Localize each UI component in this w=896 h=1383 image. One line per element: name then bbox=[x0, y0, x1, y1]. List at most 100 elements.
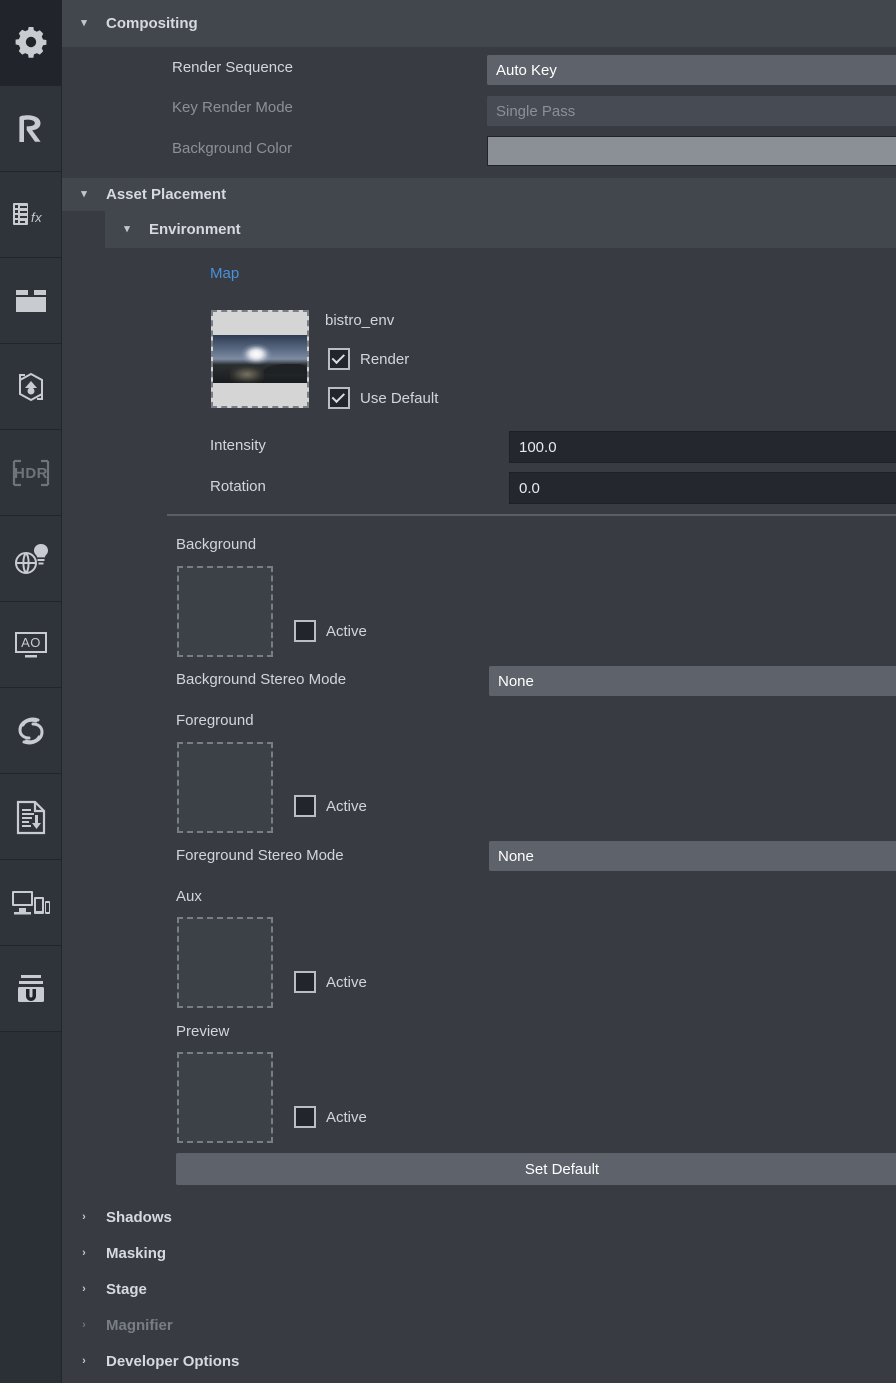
chevron-right-icon: › bbox=[82, 1246, 86, 1259]
dropdown-foreground-stereo-mode[interactable]: None bbox=[489, 841, 896, 871]
group-header-shadows[interactable]: › Shadows bbox=[62, 1199, 896, 1235]
checkbox-preview-active[interactable] bbox=[294, 1106, 316, 1128]
hdri-foreground-blur bbox=[229, 366, 264, 383]
checkbox-use-default-label: Use Default bbox=[360, 389, 439, 407]
input-intensity[interactable]: 100.0 bbox=[509, 431, 896, 463]
checkbox-row-foreground-active[interactable]: Active bbox=[294, 795, 367, 817]
rail-item-snap[interactable] bbox=[0, 946, 61, 1032]
group-title-asset-placement: Asset Placement bbox=[106, 186, 227, 203]
chevron-right-icon: › bbox=[82, 1282, 86, 1295]
caption-aux: Aux bbox=[176, 888, 202, 905]
svg-text:HDR: HDR bbox=[14, 465, 48, 482]
rail-item-media[interactable] bbox=[0, 258, 61, 344]
chevron-down-icon: ▾ bbox=[124, 223, 130, 235]
rail-item-devices[interactable] bbox=[0, 860, 61, 946]
checkbox-row-aux-active[interactable]: Active bbox=[294, 971, 367, 993]
ao-icon: AO bbox=[10, 629, 52, 661]
checkbox-foreground-active[interactable] bbox=[294, 795, 316, 817]
checkbox-foreground-active-label: Active bbox=[326, 797, 367, 815]
checkbox-render-label: Render bbox=[360, 350, 410, 368]
icon-rail: fx HDR AO bbox=[0, 0, 62, 1383]
row-key-render-mode: Key Render Mode Single Pass bbox=[62, 88, 896, 129]
property-panel-window: fx HDR AO ▾ Compositing Render Sequence … bbox=[0, 0, 896, 1383]
checkbox-row-background-active[interactable]: Active bbox=[294, 620, 367, 642]
input-rotation[interactable]: 0.0 bbox=[509, 472, 896, 504]
group-header-masking[interactable]: › Masking bbox=[62, 1235, 896, 1271]
input-rotation-value: 0.0 bbox=[519, 479, 540, 497]
checkbox-background-active[interactable] bbox=[294, 620, 316, 642]
dropzone-foreground[interactable] bbox=[177, 742, 273, 833]
rail-item-render[interactable] bbox=[0, 86, 61, 172]
checkbox-row-use-default[interactable]: Use Default bbox=[328, 387, 438, 409]
rail-item-ao[interactable]: AO bbox=[0, 602, 61, 688]
svg-text:AO: AO bbox=[21, 635, 41, 650]
dropdown-render-sequence[interactable]: Auto Key bbox=[487, 55, 896, 85]
checkbox-row-preview-active[interactable]: Active bbox=[294, 1106, 367, 1128]
row-render-sequence: Render Sequence Auto Key bbox=[62, 47, 896, 88]
rail-item-settings[interactable] bbox=[0, 0, 61, 86]
label-rotation: Rotation bbox=[210, 478, 266, 495]
chevron-right-icon: › bbox=[82, 1210, 86, 1223]
checkbox-render[interactable] bbox=[328, 348, 350, 370]
label-foreground-stereo-mode: Foreground Stereo Mode bbox=[176, 847, 344, 864]
group-header-stage[interactable]: › Stage bbox=[62, 1271, 896, 1307]
chevron-down-icon: ▾ bbox=[81, 188, 87, 200]
rail-item-swirl[interactable] bbox=[0, 688, 61, 774]
group-header-environment[interactable]: ▾ Environment bbox=[105, 211, 896, 248]
thumbnail-letterbox-top bbox=[213, 312, 307, 335]
set-default-button[interactable]: Set Default bbox=[176, 1153, 896, 1185]
checkbox-aux-active[interactable] bbox=[294, 971, 316, 993]
hdr-icon: HDR bbox=[10, 457, 52, 489]
group-header-asset-placement[interactable]: ▾ Asset Placement bbox=[62, 178, 896, 211]
link-map[interactable]: Map bbox=[210, 265, 239, 282]
chevron-right-icon: › bbox=[82, 1318, 86, 1331]
rail-item-lighting[interactable] bbox=[0, 516, 61, 602]
dropzone-background[interactable] bbox=[177, 566, 273, 657]
label-render-sequence: Render Sequence bbox=[172, 59, 293, 76]
subgroup-header-environment-row: ▾ Environment bbox=[62, 211, 896, 248]
rail-item-hdr[interactable]: HDR bbox=[0, 430, 61, 516]
devices-icon bbox=[10, 887, 52, 919]
label-intensity: Intensity bbox=[210, 437, 266, 454]
chevron-down-icon: ▾ bbox=[81, 17, 87, 29]
filmstrip-icon bbox=[13, 286, 49, 316]
dropdown-foreground-stereo-mode-value: None bbox=[498, 847, 534, 865]
checkbox-use-default[interactable] bbox=[328, 387, 350, 409]
group-title-compositing: Compositing bbox=[106, 15, 198, 32]
group-title-stage: Stage bbox=[106, 1280, 147, 1298]
svg-text:fx: fx bbox=[31, 210, 42, 225]
dropdown-background-stereo-mode[interactable]: None bbox=[489, 666, 896, 696]
rail-item-export[interactable] bbox=[0, 774, 61, 860]
gear-icon bbox=[11, 23, 51, 63]
capture-cube-icon bbox=[11, 367, 51, 407]
render-r-icon bbox=[11, 109, 51, 149]
indent-gutter bbox=[62, 211, 105, 248]
dropdown-key-render-mode[interactable]: Single Pass bbox=[487, 96, 896, 126]
rail-item-capture[interactable] bbox=[0, 344, 61, 430]
dropdown-background-stereo-mode-value: None bbox=[498, 672, 534, 690]
environment-map-name: bistro_env bbox=[325, 312, 395, 329]
checkbox-preview-active-label: Active bbox=[326, 1108, 367, 1126]
group-header-compositing[interactable]: ▾ Compositing bbox=[62, 0, 896, 47]
color-swatch-background-color[interactable] bbox=[487, 136, 896, 166]
hdri-horizon-shape bbox=[261, 364, 307, 374]
group-title-developer-options: Developer Options bbox=[106, 1352, 240, 1370]
environment-map-thumbnail[interactable] bbox=[211, 310, 309, 408]
doc-download-icon bbox=[13, 798, 49, 836]
dropdown-render-sequence-value: Auto Key bbox=[496, 61, 557, 79]
checkbox-row-render[interactable]: Render bbox=[328, 348, 409, 370]
rail-item-effects[interactable]: fx bbox=[0, 172, 61, 258]
group-header-magnifier[interactable]: › Magnifier bbox=[62, 1307, 896, 1343]
group-header-developer-options[interactable]: › Developer Options bbox=[62, 1343, 896, 1379]
dropzone-preview[interactable] bbox=[177, 1052, 273, 1143]
group-title-magnifier: Magnifier bbox=[106, 1316, 173, 1334]
group-title-shadows: Shadows bbox=[106, 1208, 172, 1226]
caption-preview: Preview bbox=[176, 1023, 230, 1040]
group-title-masking: Masking bbox=[106, 1244, 167, 1262]
settings-panel: ▾ Compositing Render Sequence Auto Key K… bbox=[62, 0, 896, 1383]
dropzone-aux[interactable] bbox=[177, 917, 273, 1008]
group-title-environment: Environment bbox=[149, 221, 241, 238]
effects-fx-icon: fx bbox=[10, 198, 52, 232]
divider bbox=[167, 514, 896, 516]
checkbox-background-active-label: Active bbox=[326, 622, 367, 640]
